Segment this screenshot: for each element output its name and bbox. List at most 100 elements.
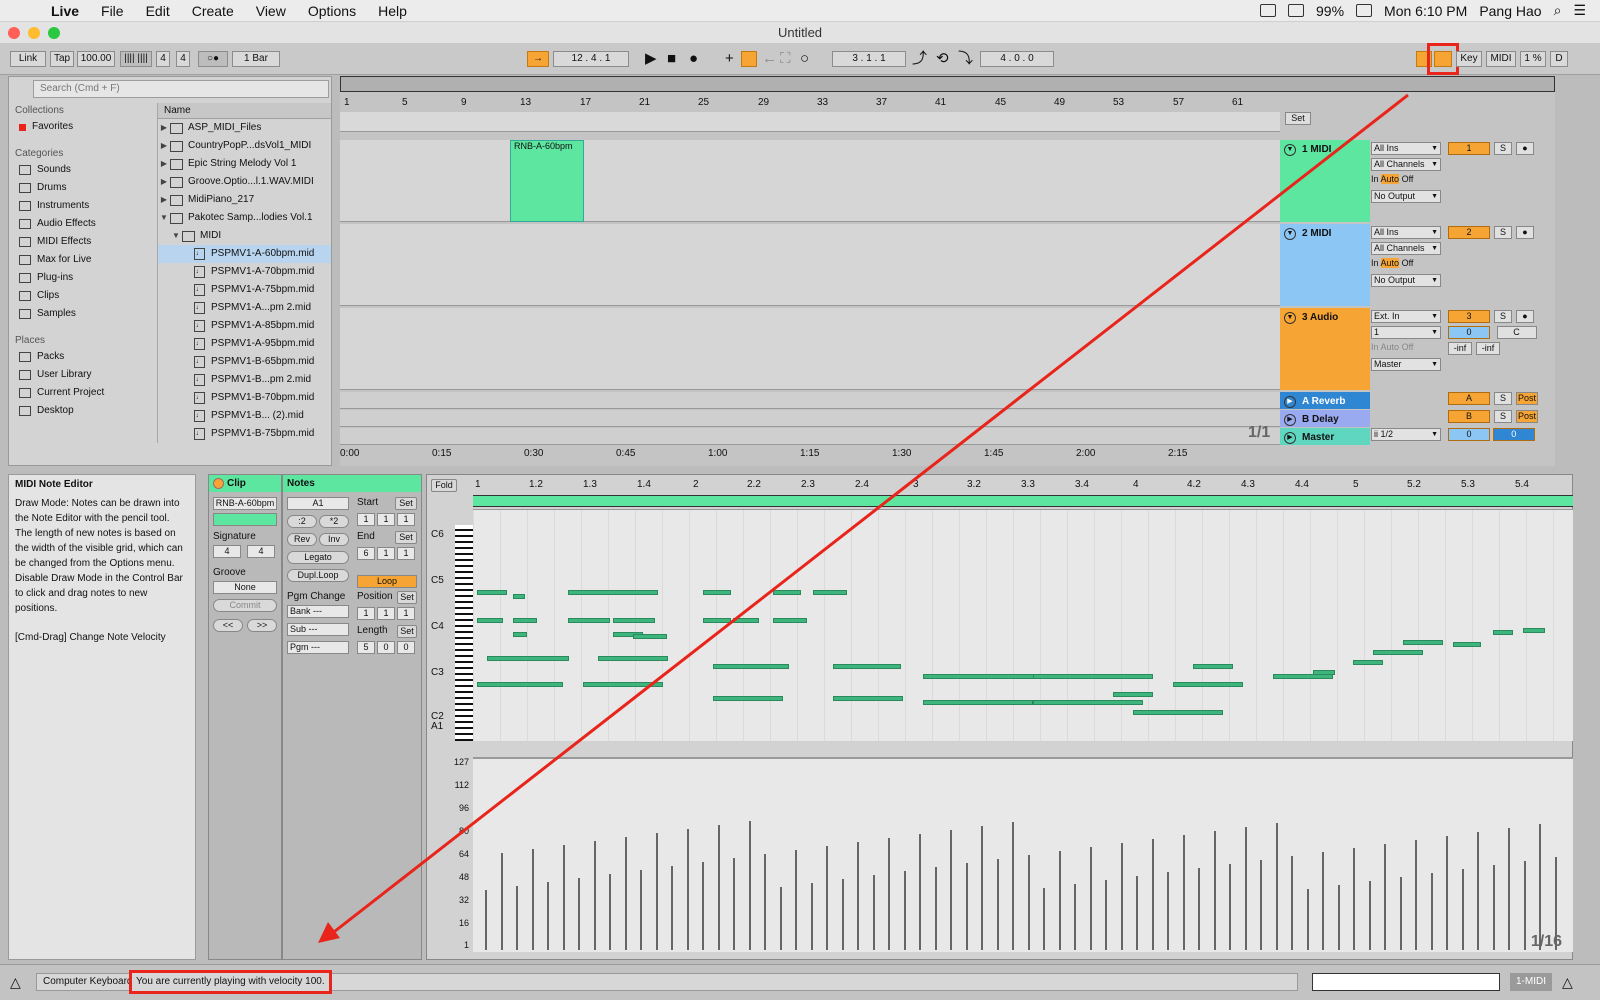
velocity-stem[interactable] xyxy=(1089,847,1092,950)
list-item[interactable]: ♩ PSPMV1-B-75bpm.mid xyxy=(158,425,331,443)
groove-select[interactable]: None xyxy=(213,581,277,594)
record-icon[interactable]: ● xyxy=(689,49,698,69)
output-select[interactable]: No Output xyxy=(1371,190,1441,203)
end-bar[interactable]: 6 xyxy=(357,547,375,560)
midi-note[interactable] xyxy=(513,632,527,637)
velocity-stem[interactable] xyxy=(779,887,782,950)
song-position[interactable]: 12 . 4 . 1 xyxy=(553,51,629,67)
list-item[interactable]: ♩ PSPMV1-B... (2).mid xyxy=(158,407,331,425)
midi-note[interactable] xyxy=(477,682,563,687)
end-sixteenth[interactable]: 1 xyxy=(397,547,415,560)
velocity-stem[interactable] xyxy=(531,849,534,950)
input-type-select[interactable]: All Ins xyxy=(1371,142,1441,155)
overview-bar[interactable] xyxy=(340,76,1555,92)
velocity-stem[interactable] xyxy=(1539,824,1541,950)
velocity-stem[interactable] xyxy=(903,871,906,950)
stop-icon[interactable]: ■ xyxy=(667,49,676,69)
midi-note[interactable] xyxy=(1313,670,1335,675)
velocity-stem[interactable] xyxy=(1477,832,1479,950)
velocity-stem[interactable] xyxy=(857,842,859,950)
input-type-select[interactable]: All Ins xyxy=(1371,226,1441,239)
overdub-icon[interactable]: + xyxy=(725,49,734,69)
output-select[interactable]: Master xyxy=(1371,358,1441,371)
velocity-stem[interactable] xyxy=(485,890,487,950)
next-button[interactable]: >> xyxy=(247,619,277,632)
zoom-window-button[interactable] xyxy=(48,27,60,39)
list-item[interactable]: ♩ PSPMV1-A-95bpm.mid xyxy=(158,335,331,353)
velocity-stem[interactable] xyxy=(578,878,580,950)
return-activator[interactable]: A xyxy=(1448,392,1490,405)
midi-note[interactable] xyxy=(1193,664,1233,669)
minimize-window-button[interactable] xyxy=(28,27,40,39)
solo-button[interactable]: S xyxy=(1494,310,1512,323)
clock[interactable]: Mon 6:10 PM xyxy=(1384,3,1467,19)
midi-note[interactable] xyxy=(1373,650,1423,655)
sidebar-item-clips[interactable]: Clips xyxy=(11,287,153,305)
legato-button[interactable]: Legato xyxy=(287,551,349,564)
arm-button[interactable]: ● xyxy=(1516,142,1534,155)
arm-button[interactable]: ● xyxy=(1516,310,1534,323)
velocity-stem[interactable] xyxy=(500,853,503,950)
close-window-button[interactable] xyxy=(8,27,20,39)
midi-note[interactable] xyxy=(773,590,801,595)
midi-note[interactable] xyxy=(703,618,731,623)
list-item-selected[interactable]: ♩ PSPMV1-A-60bpm.mid xyxy=(158,245,331,263)
velocity-stem[interactable] xyxy=(1027,855,1030,950)
output-select[interactable]: No Output xyxy=(1371,274,1441,287)
loop-switch-icon[interactable]: ⟲ xyxy=(936,49,949,69)
sig-num[interactable]: 4 xyxy=(156,51,170,67)
sidebar-item-current-project[interactable]: Current Project xyxy=(11,384,153,402)
velocity-stem[interactable] xyxy=(702,862,704,950)
session-record-icon[interactable]: ○ xyxy=(800,49,809,69)
midi-note[interactable] xyxy=(833,696,903,701)
menu-create[interactable]: Create xyxy=(181,3,245,19)
midi-note[interactable] xyxy=(713,696,783,701)
double-button[interactable]: *2 xyxy=(319,515,349,528)
velocity-stem[interactable] xyxy=(1508,828,1510,950)
menu-help[interactable]: Help xyxy=(367,3,418,19)
midi-note[interactable] xyxy=(613,618,655,623)
velocity-stem[interactable] xyxy=(1446,836,1448,950)
length-beat[interactable]: 0 xyxy=(377,641,395,654)
velocity-stem[interactable] xyxy=(655,833,658,950)
velocity-stem[interactable] xyxy=(748,821,751,950)
list-item[interactable]: ▶ CountryPopP...dsVol1_MIDI xyxy=(158,137,331,155)
velocity-stem[interactable] xyxy=(965,863,968,950)
bank-field[interactable]: Bank --- xyxy=(287,605,349,618)
velocity-stem[interactable] xyxy=(1074,884,1076,950)
midi-note[interactable] xyxy=(773,618,807,623)
list-item[interactable]: ▼ Pakotec Samp...lodies Vol.1 xyxy=(158,209,331,227)
velocity-stem[interactable] xyxy=(1368,881,1371,950)
sidebar-item-desktop[interactable]: Desktop xyxy=(11,402,153,420)
length-bar[interactable]: 5 xyxy=(357,641,375,654)
monitor-buttons[interactable]: In Auto Off xyxy=(1371,174,1441,187)
velocity-stem[interactable] xyxy=(1322,852,1324,950)
start-beat[interactable]: 1 xyxy=(377,513,395,526)
track-lane-1[interactable] xyxy=(340,140,1280,222)
wifi-icon[interactable] xyxy=(1288,4,1305,17)
key-field[interactable]: A1 xyxy=(287,497,349,510)
track-activator[interactable]: 3 xyxy=(1448,310,1490,323)
velocity-stem[interactable] xyxy=(981,826,983,950)
locator-bar[interactable] xyxy=(340,112,1280,132)
velocity-stem[interactable] xyxy=(1415,840,1417,950)
return-activator[interactable]: B xyxy=(1448,410,1490,423)
time-ruler[interactable]: 0:00 0:15 0:30 0:45 1:00 1:15 1:30 1:45 2:00 2:15 xyxy=(340,446,1280,462)
velocity-stem[interactable] xyxy=(1043,888,1045,950)
post-button[interactable]: Post xyxy=(1516,410,1538,423)
piano-keyboard[interactable] xyxy=(455,525,473,741)
sidebar-item-packs[interactable]: Packs xyxy=(11,348,153,366)
midi-note[interactable] xyxy=(1133,710,1223,715)
midi-note[interactable] xyxy=(513,594,525,599)
midi-note[interactable] xyxy=(1033,674,1153,679)
loop-start-field[interactable]: 3 . 1 . 1 xyxy=(832,51,906,67)
velocity-stem[interactable] xyxy=(1229,864,1231,950)
velocity-stem[interactable] xyxy=(1182,835,1185,950)
position-set-button[interactable]: Set xyxy=(397,591,417,604)
velocity-stem[interactable] xyxy=(1136,876,1138,950)
list-item[interactable]: ♩ PSPMV1-A-75bpm.mid xyxy=(158,281,331,299)
velocity-lane[interactable] xyxy=(473,757,1573,952)
track-activator[interactable]: 1 xyxy=(1448,142,1490,155)
midi-note[interactable] xyxy=(568,590,658,595)
velocity-stem[interactable] xyxy=(1523,861,1526,950)
